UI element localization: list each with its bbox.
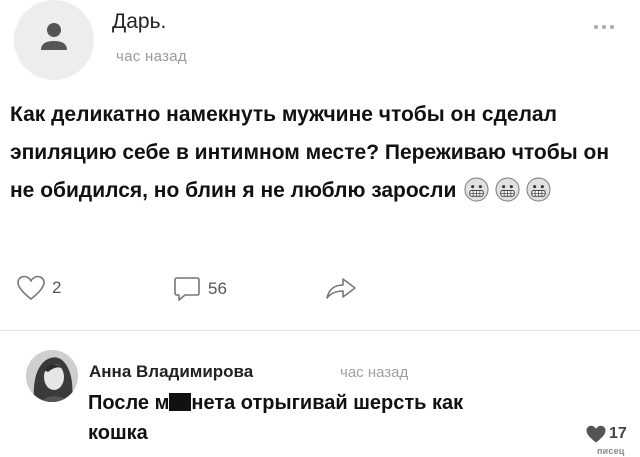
share-button[interactable] [324,274,358,302]
heart-icon [17,275,45,301]
post-timestamp: час назад [116,48,187,65]
comment-text: После м нета отрыгивай шерсть как кошка [88,388,528,448]
comment-like-button[interactable]: 17 [585,424,627,444]
author-avatar[interactable] [14,0,94,80]
like-count: 2 [52,278,62,297]
emoji-group [464,177,551,202]
post-text: Как деликатно намекнуть мужчине чтобы он… [10,96,630,210]
comment-text-start: После м [88,392,170,414]
like-button[interactable]: 2 [16,274,61,302]
dot-icon [610,25,614,29]
grimacing-face-icon [495,177,520,202]
comment-bubble-icon [174,277,200,301]
user-placeholder-icon [41,23,67,50]
comment-timestamp: час назад [340,364,409,381]
post-author-name[interactable]: Дарь. [112,10,166,34]
divider [0,330,640,331]
commenter-avatar[interactable] [26,350,78,402]
share-arrow-icon [326,278,356,299]
grimacing-face-icon [464,177,489,202]
dot-icon [594,25,598,29]
commenter-photo-icon [26,350,78,402]
post: Дарь. час назад Как деликатно намекнуть … [0,0,640,330]
more-options-button[interactable] [594,20,626,34]
comment-author-name[interactable]: Анна Владимирова [89,362,253,382]
comment: Анна Владимирова час назад После м нета о… [0,340,640,457]
dot-icon [602,25,606,29]
comment-like-count: 17 [609,425,627,442]
grimacing-face-icon [526,177,551,202]
censor-block [169,393,192,411]
comment-button[interactable]: 56 [172,274,227,304]
heart-filled-icon [586,425,606,443]
watermark: писец [597,446,625,456]
comment-count: 56 [208,279,227,298]
